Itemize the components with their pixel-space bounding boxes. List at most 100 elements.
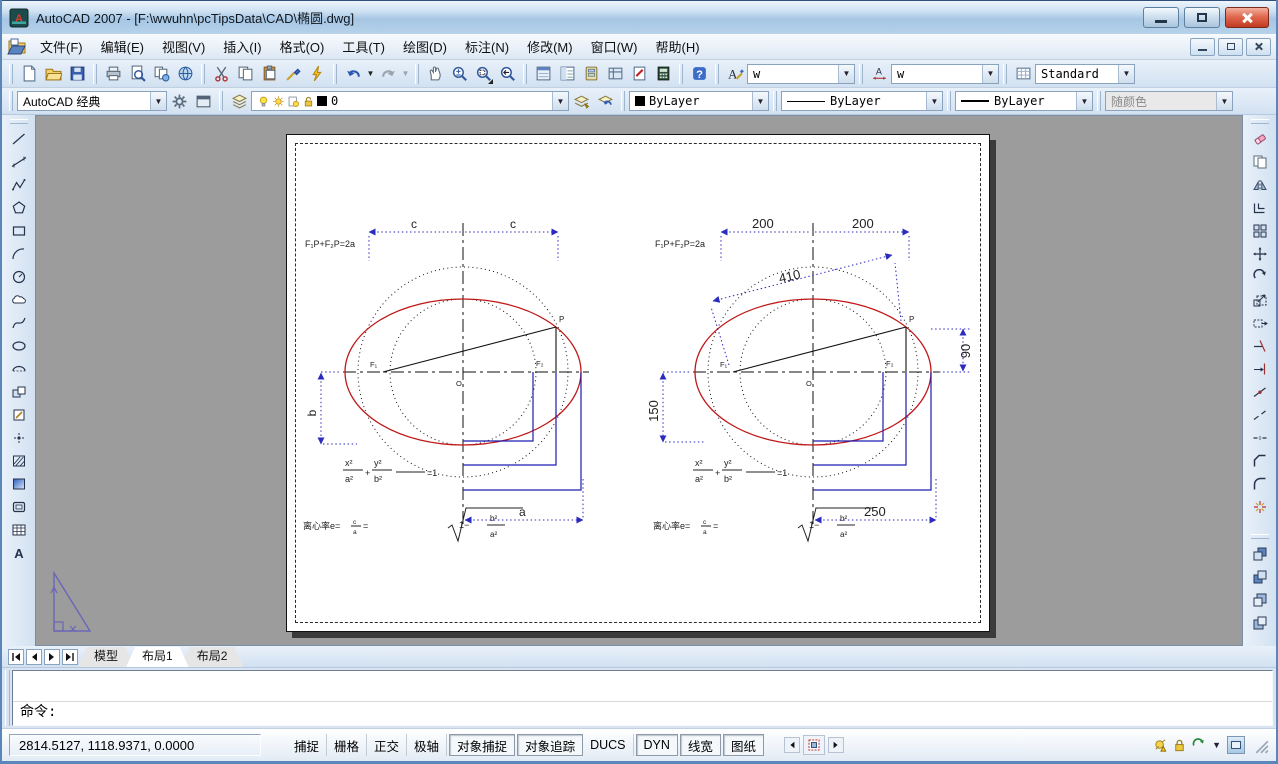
toolbar-grip[interactable] (1003, 64, 1007, 84)
arc-button[interactable] (6, 242, 32, 265)
layer-viewport-freeze-icon[interactable] (287, 95, 300, 108)
mdi-minimize-button[interactable] (1190, 38, 1215, 56)
region-button[interactable] (6, 495, 32, 518)
close-button[interactable] (1225, 7, 1269, 28)
linetype-combo[interactable]: ByLayer▼ (781, 91, 943, 111)
menu-item-window[interactable]: 窗口(W) (582, 34, 647, 59)
layout-prev-button[interactable] (784, 737, 800, 753)
chevron-down-icon[interactable]: ▼ (1076, 92, 1092, 110)
menu-item-draw[interactable]: 绘图(D) (394, 34, 456, 59)
toolbar-lock-icon[interactable] (1172, 738, 1187, 753)
menu-item-edit[interactable]: 编辑(E) (92, 34, 153, 59)
layer-lock-icon[interactable] (302, 95, 315, 108)
layout-paper[interactable]: c c b a F₁P+F₂P=2a F₁ F₂ P O x² a² + y² … (286, 134, 990, 632)
menu-item-tools[interactable]: 工具(T) (333, 34, 394, 59)
make-object-layer-current-button[interactable] (569, 89, 593, 113)
toolbar-grip[interactable] (93, 64, 97, 84)
menu-item-insert[interactable]: 插入(I) (214, 34, 270, 59)
save-button[interactable] (65, 62, 89, 86)
block-editor-button[interactable] (305, 62, 329, 86)
text-style-button[interactable] (723, 62, 747, 86)
minimize-button[interactable] (1143, 7, 1179, 28)
undo-button[interactable] (341, 62, 365, 86)
copy-button[interactable] (233, 62, 257, 86)
last-tab-button[interactable] (62, 649, 78, 665)
layout-preview-button[interactable] (803, 735, 825, 755)
send-under-objects-button[interactable] (1247, 611, 1273, 634)
paper-model-toggle[interactable]: 图纸 (723, 734, 764, 756)
color-combo[interactable]: ByLayer▼ (629, 91, 769, 111)
toolbar-grip[interactable] (523, 64, 527, 84)
spline-button[interactable] (6, 311, 32, 334)
circle-button[interactable] (6, 265, 32, 288)
dim-style-button[interactable] (867, 62, 891, 86)
lineweight-toggle[interactable]: 线宽 (680, 734, 721, 756)
ellipse-button[interactable] (6, 334, 32, 357)
grid-toggle[interactable]: 栅格 (327, 734, 367, 756)
osnap-toggle[interactable]: 对象捕捉 (449, 734, 515, 756)
publish-button[interactable] (149, 62, 173, 86)
ortho-toggle[interactable]: 正交 (367, 734, 407, 756)
tab-model[interactable]: 模型 (78, 647, 134, 667)
make-block-button[interactable] (6, 403, 32, 426)
layer-freeze-sun-icon[interactable] (272, 95, 285, 108)
gradient-button[interactable] (6, 472, 32, 495)
chevron-down-icon[interactable]: ▼ (150, 92, 166, 110)
toolbar-grip[interactable] (679, 64, 683, 84)
toolbar-grip[interactable] (859, 64, 863, 84)
toolbar-grip[interactable] (621, 91, 625, 111)
toolbar-grip[interactable] (333, 64, 337, 84)
construction-line-button[interactable] (6, 150, 32, 173)
hatch-button[interactable] (6, 449, 32, 472)
ellipse-diagram-symbolic[interactable]: c c b a F₁P+F₂P=2a F₁ F₂ P O x² a² + y² … (299, 215, 629, 545)
plot-preview-button[interactable] (125, 62, 149, 86)
drawing-file-icon[interactable] (7, 38, 26, 55)
menu-item-view[interactable]: 视图(V) (153, 34, 214, 59)
tab-layout1[interactable]: 布局1 (126, 647, 189, 667)
sheet-set-manager-button[interactable] (603, 62, 627, 86)
break-at-point-button[interactable] (1247, 380, 1273, 403)
tab-layout2[interactable]: 布局2 (181, 647, 244, 667)
menu-item-modify[interactable]: 修改(M) (518, 34, 582, 59)
point-button[interactable] (6, 426, 32, 449)
cut-button[interactable] (209, 62, 233, 86)
next-tab-button[interactable] (44, 649, 60, 665)
dyn-toggle[interactable]: DYN (636, 734, 678, 756)
polyline-button[interactable] (6, 173, 32, 196)
ducs-toggle[interactable]: DUCS (583, 734, 633, 756)
help-button[interactable] (687, 62, 711, 86)
table-button[interactable] (6, 518, 32, 541)
stretch-button[interactable] (1247, 311, 1273, 334)
drawing-canvas[interactable]: c c b a F₁P+F₂P=2a F₁ F₂ P O x² a² + y² … (35, 115, 1243, 646)
web-publish-button[interactable] (173, 62, 197, 86)
open-button[interactable] (41, 62, 65, 86)
tray-menu-caret[interactable]: ▼ (1210, 740, 1223, 750)
ellipse-diagram-dimensioned[interactable]: 200 200 410 150 90 250 F₁P+F₂P=2a F₁ F₂ … (649, 215, 979, 545)
tool-palettes-button[interactable] (579, 62, 603, 86)
zoom-realtime-button[interactable] (447, 62, 471, 86)
rectangle-button[interactable] (6, 219, 32, 242)
zoom-previous-button[interactable] (495, 62, 519, 86)
redo-dropdown[interactable]: ▼ (400, 62, 411, 86)
mirror-button[interactable] (1247, 173, 1273, 196)
properties-button[interactable] (531, 62, 555, 86)
lineweight-combo[interactable]: ByLayer▼ (955, 91, 1093, 111)
chamfer-button[interactable] (1247, 449, 1273, 472)
first-tab-button[interactable] (8, 649, 24, 665)
previous-tab-button[interactable] (26, 649, 42, 665)
mdi-restore-button[interactable] (1218, 38, 1243, 56)
chevron-down-icon[interactable]: ▼ (552, 92, 568, 110)
polygon-button[interactable] (6, 196, 32, 219)
markup-set-manager-button[interactable] (627, 62, 651, 86)
layer-combo[interactable]: 0 ▼ (251, 91, 569, 111)
menu-item-file[interactable]: 文件(F) (31, 34, 92, 59)
toolbar-grip[interactable] (1097, 91, 1101, 111)
insert-block-button[interactable] (6, 380, 32, 403)
resize-grip[interactable] (1254, 739, 1269, 754)
table-style-button[interactable] (1011, 62, 1035, 86)
move-button[interactable] (1247, 242, 1273, 265)
ellipse-arc-button[interactable] (6, 357, 32, 380)
extend-button[interactable] (1247, 357, 1273, 380)
designcenter-button[interactable] (555, 62, 579, 86)
toolbar-grip[interactable] (9, 64, 13, 84)
